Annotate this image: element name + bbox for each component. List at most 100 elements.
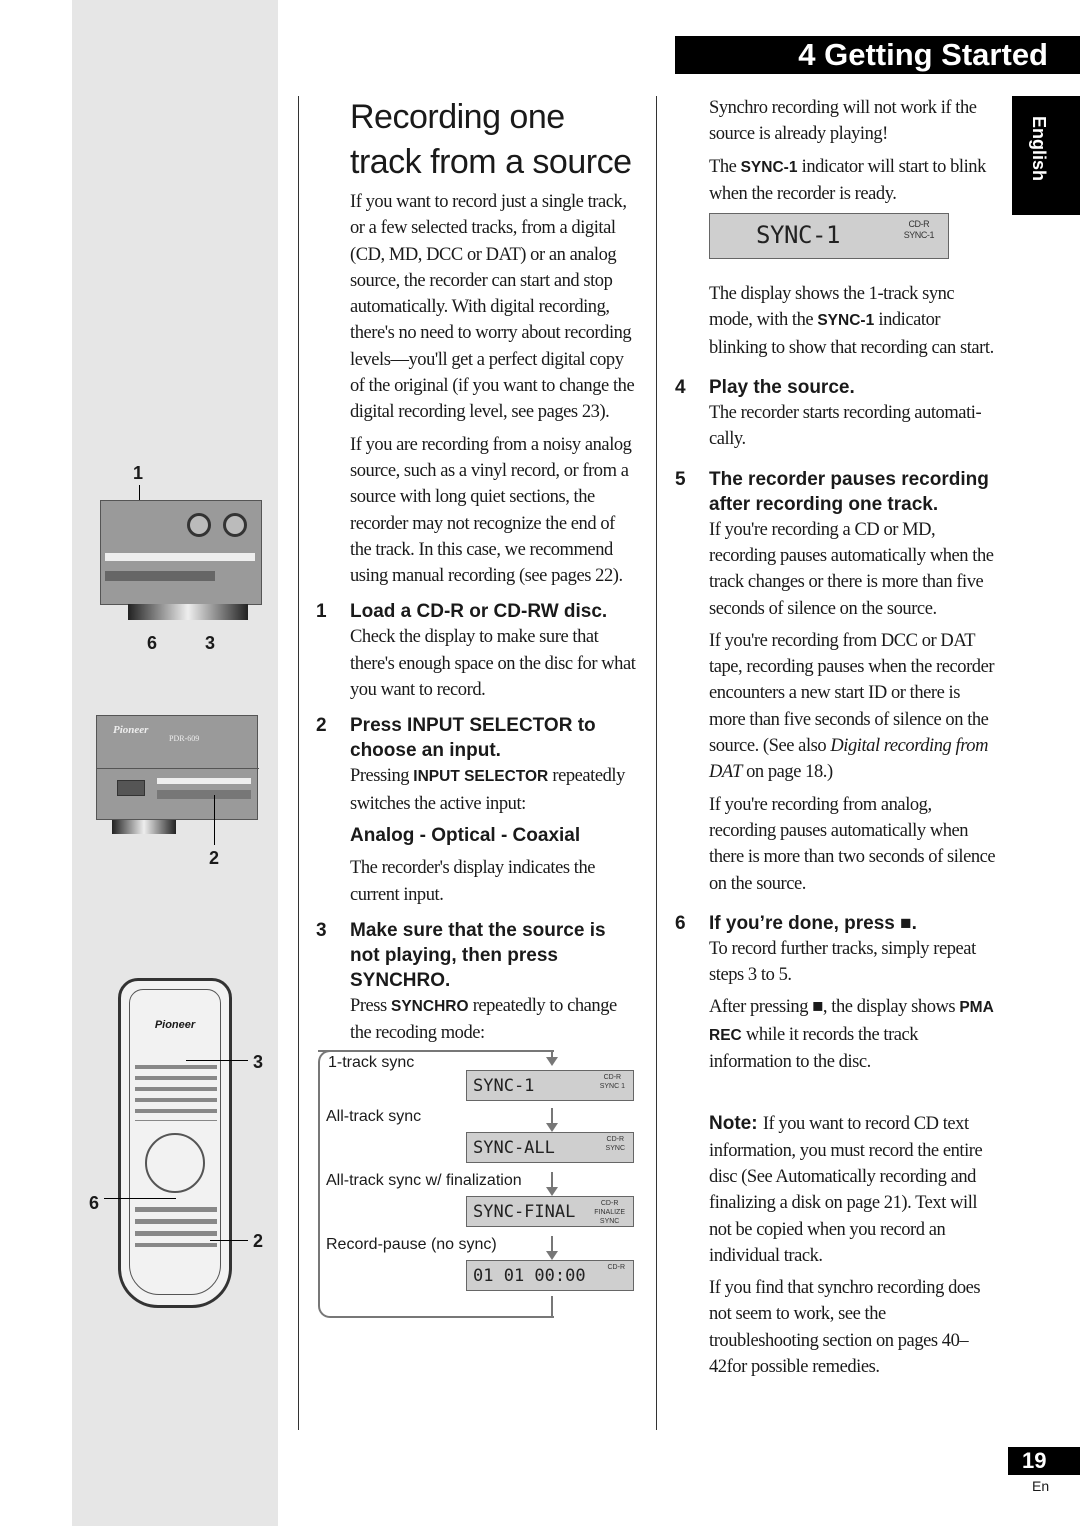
steps-list: 1 Load a CD-R or CD-RW disc. Check the dis… bbox=[316, 599, 640, 1047]
indicator-text: SYNC bbox=[605, 1145, 625, 1152]
text-segment: SYNC-1 bbox=[740, 158, 798, 176]
paragraph: The SYNC-1 indicator will start to blink… bbox=[709, 154, 999, 208]
callout-number: 3 bbox=[253, 1052, 264, 1072]
sync-mode-label: All-track sync w/ finalization bbox=[326, 1172, 522, 1189]
text-segment: The bbox=[709, 156, 741, 177]
callout-number: 1 bbox=[133, 463, 144, 483]
callout-number: 2 bbox=[209, 848, 220, 868]
model-label: PDR-609 bbox=[169, 734, 200, 743]
knob-icon bbox=[187, 513, 211, 537]
display-caption: The display shows the 1-track sync mode,… bbox=[709, 281, 999, 361]
arrow-down-icon bbox=[546, 1108, 558, 1132]
sync-mode-label: 1-track sync bbox=[328, 1054, 415, 1071]
lcd-indicator: CD-R SYNC 1 bbox=[600, 1073, 625, 1091]
page-language: En bbox=[1032, 1478, 1050, 1494]
button-row bbox=[105, 553, 255, 561]
left-text-column: Recording one track from a source If you… bbox=[316, 95, 640, 1052]
lcd-indicator: CD-R SYNC-1 bbox=[903, 219, 935, 241]
text-segment: SYNCHRO bbox=[391, 997, 469, 1015]
step-heading: The recorder pauses recording after reco… bbox=[709, 468, 989, 515]
lcd-indicator: CD-R FINALIZE SYNC bbox=[594, 1199, 625, 1226]
lcd-text: SYNC-ALL bbox=[473, 1138, 555, 1158]
callout-line bbox=[210, 1240, 248, 1241]
keypad-icon bbox=[135, 1061, 217, 1121]
paragraph: Press SYNCHRO repeatedly to change the r… bbox=[350, 993, 640, 1047]
text-segment: If you want to record CD text informatio… bbox=[709, 1114, 983, 1266]
right-text-column: Synchro recording will not work if the s… bbox=[675, 95, 999, 1386]
paragraph: If you're recording a CD or MD, recordin… bbox=[709, 517, 999, 622]
text-segment: Synchro recording will not work if the s… bbox=[709, 98, 977, 145]
text-segment: If you want to record just a single trac… bbox=[350, 192, 635, 423]
title-line: Recording one bbox=[350, 98, 565, 136]
step-2: 2 Press INPUT SELECTOR to choose an input… bbox=[316, 713, 640, 907]
step-3: 3 Make sure that the source is not playin… bbox=[316, 918, 640, 1047]
intro-text: If you want to record just a single trac… bbox=[350, 189, 640, 589]
step-number: 5 bbox=[675, 468, 686, 490]
text-segment: Check the display to make sure that ther… bbox=[350, 627, 636, 701]
knob-icon bbox=[223, 513, 247, 537]
arrow-down-icon bbox=[546, 1052, 558, 1066]
brand-logo: Pioneer bbox=[113, 724, 149, 736]
indicator-cdr: CD-R bbox=[908, 219, 930, 230]
text-segment: After pressing ■, the display shows bbox=[709, 997, 960, 1018]
step-number: 2 bbox=[316, 715, 327, 737]
step-heading: Play the source. bbox=[709, 377, 855, 399]
indicator-text: FINALIZE bbox=[594, 1209, 625, 1216]
indicator-text: CD-R bbox=[607, 1264, 626, 1271]
step-heading: Make sure that the source is not playing… bbox=[350, 919, 606, 991]
indicator-text: CD-R bbox=[603, 1074, 622, 1081]
chapter-header: 4 Getting Started bbox=[675, 36, 1080, 74]
lcd-text: SYNC-1 bbox=[756, 221, 840, 250]
cursor-pad-icon bbox=[145, 1133, 205, 1193]
paragraph: The display shows the 1-track sync mode,… bbox=[709, 281, 999, 361]
step-heading: Load a CD-R or CD-RW disc. bbox=[350, 601, 608, 623]
indicator-text: CD-R bbox=[606, 1136, 625, 1143]
step-number: 6 bbox=[675, 912, 686, 934]
text-segment: Press bbox=[350, 995, 391, 1016]
button-row bbox=[105, 571, 215, 581]
column-divider bbox=[298, 96, 299, 1430]
arrow-down-icon bbox=[546, 1172, 558, 1196]
remote-illustration: Pioneer bbox=[118, 978, 232, 1308]
indicator-text: CD-R bbox=[600, 1200, 619, 1207]
callout-line bbox=[186, 1060, 248, 1061]
text-segment: If you find that synchro recording does … bbox=[709, 1278, 981, 1377]
callout-number: 6 bbox=[147, 633, 158, 653]
step-6: 6 If you’re done, press ■. To record furth… bbox=[675, 911, 999, 1075]
brand-logo: Pioneer bbox=[154, 1019, 196, 1031]
paragraph: If you find that synchro recording does … bbox=[709, 1275, 999, 1380]
disc-tray-icon bbox=[112, 820, 176, 834]
page-title: Recording one track from a source bbox=[350, 95, 640, 185]
title-line: track from a source bbox=[350, 143, 632, 181]
paragraph: The recorder starts recording automati-c… bbox=[709, 400, 999, 453]
sync-mode-label: All-track sync bbox=[326, 1108, 422, 1125]
step-number: 1 bbox=[316, 601, 327, 623]
text-segment: To record further tracks, simply repeat … bbox=[709, 938, 976, 986]
column-divider bbox=[656, 96, 657, 1430]
text-segment: on page 18.) bbox=[741, 762, 833, 783]
indicator-text: SYNC bbox=[599, 1218, 620, 1225]
lcd-display: 01 01 00:00 CD-R bbox=[466, 1260, 634, 1291]
page-number: 19 bbox=[1008, 1447, 1080, 1475]
text-segment: The recorder's display indicates the cur… bbox=[350, 858, 596, 905]
text-segment: Pressing bbox=[350, 766, 414, 787]
language-label: English bbox=[1029, 116, 1049, 182]
indicator-sync1: SYNC-1 bbox=[903, 230, 935, 241]
button-row bbox=[135, 1203, 217, 1247]
paragraph: Check the display to make sure that ther… bbox=[350, 624, 640, 703]
lcd-indicator: CD-R SYNC bbox=[606, 1135, 625, 1153]
button-row bbox=[157, 778, 251, 784]
note: Note: If you want to record CD text info… bbox=[709, 1111, 999, 1269]
input-sequence: Analog - Optical - Coaxial bbox=[350, 824, 581, 846]
recorder-illustration bbox=[100, 500, 262, 605]
lcd-indicator: CD-R bbox=[608, 1263, 626, 1272]
callout-number: 2 bbox=[253, 1231, 264, 1251]
step-heading: If you’re done, press ■. bbox=[709, 912, 917, 934]
paragraph: If you're recording from DCC or DAT tape… bbox=[709, 628, 999, 786]
lcd-display: SYNC-FINAL CD-R FINALIZE SYNC bbox=[466, 1196, 634, 1227]
paragraph: If you want to record just a single trac… bbox=[350, 189, 640, 426]
paragraph: Synchro recording will not work if the s… bbox=[709, 95, 999, 148]
disc-tray-icon bbox=[128, 604, 248, 620]
lcd-text: SYNC-FINAL bbox=[473, 1202, 576, 1222]
lcd-text: SYNC-1 bbox=[473, 1076, 535, 1096]
